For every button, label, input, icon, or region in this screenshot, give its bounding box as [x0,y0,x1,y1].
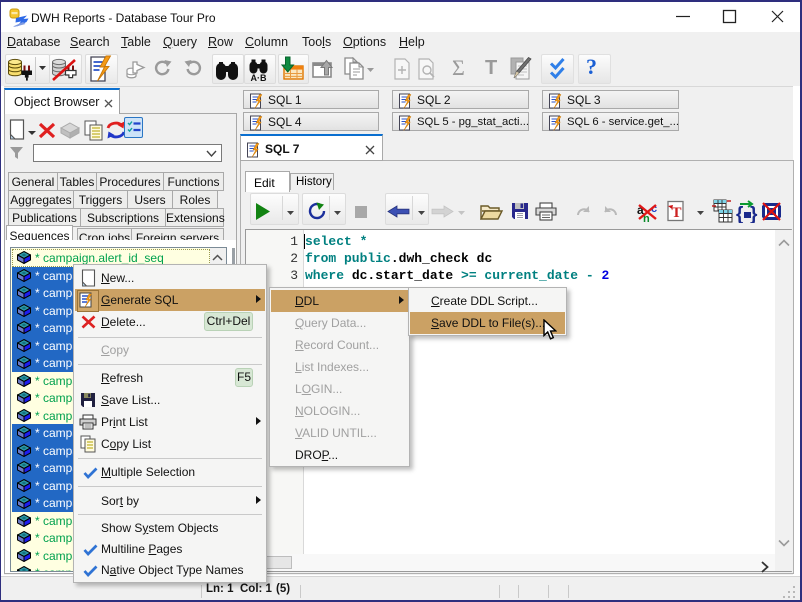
svg-text:T: T [672,205,682,221]
svg-text:A·B: A·B [251,73,267,82]
svg-text:{: { [736,204,743,223]
svg-text:}: } [750,204,758,223]
